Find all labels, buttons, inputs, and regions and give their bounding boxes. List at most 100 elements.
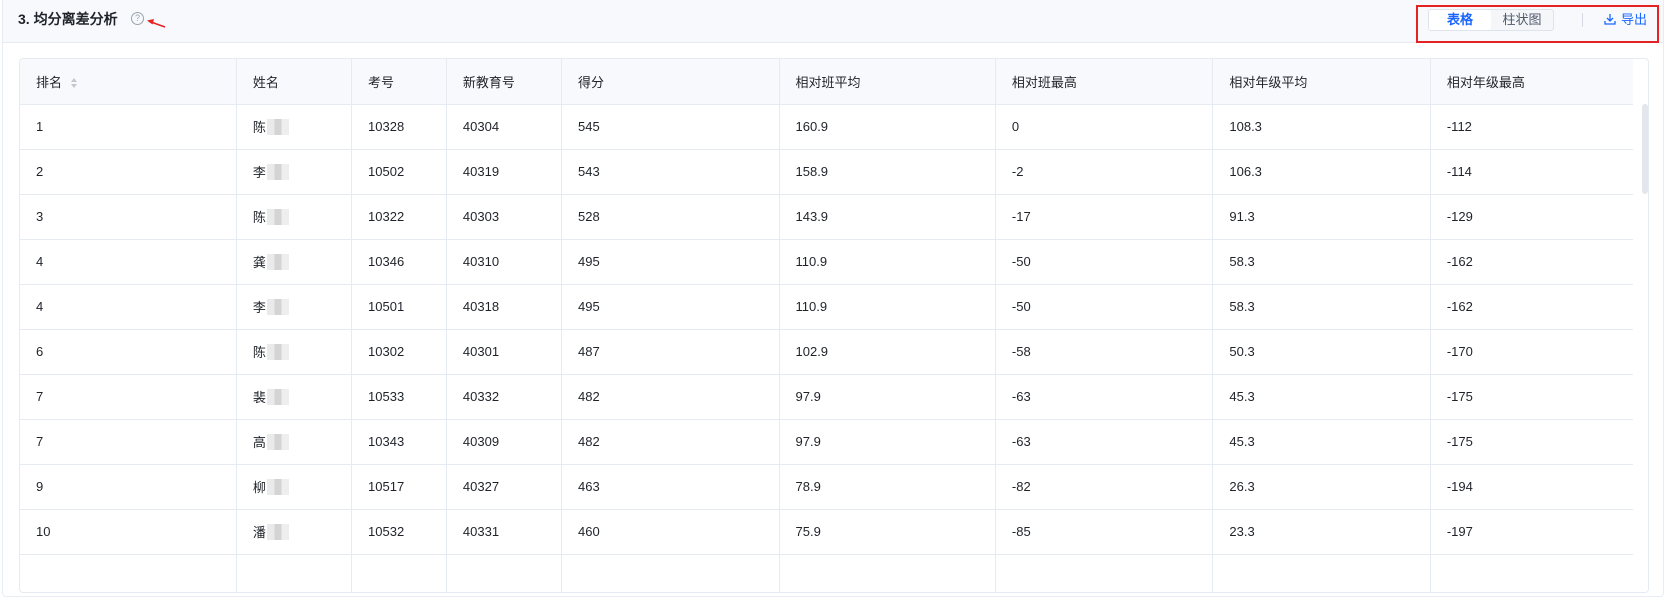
card-header: 3. 均分离差分析 ? 表格 柱状图 导出 <box>3 0 1663 43</box>
cell-rel-grade-max: -194 <box>1430 464 1633 510</box>
cell-score: 463 <box>561 464 780 510</box>
cell-rel-grade-avg: 45.3 <box>1212 374 1431 420</box>
cell-rank: 7 <box>20 419 237 465</box>
cell-rank: 4 <box>20 239 237 285</box>
student-name: 陈 <box>252 345 266 360</box>
cell-rel-grade-max: -197 <box>1430 509 1633 555</box>
cell-score: 543 <box>561 149 780 195</box>
deviation-table: 排名 姓名 考号 新教育号 得分 相对班平均 相对班最高 相对年级平均 相对年级… <box>19 58 1649 593</box>
cell-rel-class-avg: 143.9 <box>779 194 996 240</box>
analysis-card: 3. 均分离差分析 ? 表格 柱状图 导出 排名 姓名 考号 新教育号 得分 相… <box>2 0 1664 597</box>
student-name: 裴 <box>252 390 266 405</box>
empty-cell <box>995 554 1214 592</box>
table-row: 3 陈 10322 40303 528 143.9 -17 91.3 -129 <box>20 194 1633 240</box>
empty-cell <box>351 554 447 592</box>
help-icon[interactable]: ? <box>131 12 144 25</box>
annotation-arrow-icon <box>147 19 166 28</box>
cell-rel-class-avg: 102.9 <box>779 329 996 375</box>
cell-rel-grade-avg: 50.3 <box>1212 329 1431 375</box>
cell-rel-class-avg: 78.9 <box>779 464 996 510</box>
table-row: 4 龚 10346 40310 495 110.9 -50 58.3 -162 <box>20 239 1633 285</box>
cell-exam-no: 10343 <box>351 419 447 465</box>
page: 3. 均分离差分析 ? 表格 柱状图 导出 排名 姓名 考号 新教育号 得分 相… <box>0 0 1665 601</box>
table-row: 7 高 10343 40309 482 97.9 -63 45.3 -175 <box>20 419 1633 465</box>
column-header-rel-grade-max: 相对年级最高 <box>1430 59 1633 105</box>
column-header-rel-class-max: 相对班最高 <box>995 59 1214 105</box>
column-header-name: 姓名 <box>236 59 353 105</box>
column-header-rel-class-avg: 相对班平均 <box>779 59 996 105</box>
sort-icon[interactable] <box>70 77 78 89</box>
cell-rel-class-avg: 110.9 <box>779 284 996 330</box>
table-row: 1 陈 10328 40304 545 160.9 0 108.3 -112 <box>20 104 1633 150</box>
cell-name: 裴 <box>236 374 353 420</box>
redaction-mosaic <box>266 344 289 360</box>
cell-score: 495 <box>561 284 780 330</box>
cell-name: 陈 <box>236 194 353 240</box>
cell-name: 李 <box>236 284 353 330</box>
empty-cell <box>561 554 780 592</box>
table-row: 7 裴 10533 40332 482 97.9 -63 45.3 -175 <box>20 374 1633 420</box>
redaction-mosaic <box>266 299 289 315</box>
cell-exam-no: 10517 <box>351 464 447 510</box>
cell-rel-class-max: 0 <box>995 104 1214 150</box>
cell-exam-no: 10533 <box>351 374 447 420</box>
redaction-mosaic <box>266 119 289 135</box>
table-row: 2 李 10502 40319 543 158.9 -2 106.3 -114 <box>20 149 1633 195</box>
empty-cell <box>1430 554 1633 592</box>
cell-score: 482 <box>561 374 780 420</box>
cell-score: 545 <box>561 104 780 150</box>
cell-rel-grade-max: -162 <box>1430 284 1633 330</box>
scrollbar-thumb[interactable] <box>1642 104 1648 194</box>
section-title: 3. 均分离差分析 <box>18 11 118 27</box>
cell-name: 李 <box>236 149 353 195</box>
cell-rel-class-max: -82 <box>995 464 1214 510</box>
data-table: 排名 姓名 考号 新教育号 得分 相对班平均 相对班最高 相对年级平均 相对年级… <box>20 59 1633 592</box>
cell-score: 482 <box>561 419 780 465</box>
cell-exam-no: 10346 <box>351 239 447 285</box>
column-header-edu-no: 新教育号 <box>446 59 563 105</box>
cell-rank: 9 <box>20 464 237 510</box>
cell-edu-no: 40332 <box>446 374 563 420</box>
cell-exam-no: 10322 <box>351 194 447 240</box>
student-name: 李 <box>252 300 266 315</box>
table-row: 4 李 10501 40318 495 110.9 -50 58.3 -162 <box>20 284 1633 330</box>
cell-rel-grade-max: -170 <box>1430 329 1633 375</box>
cell-exam-no: 10302 <box>351 329 447 375</box>
table-row: 9 柳 10517 40327 463 78.9 -82 26.3 -194 <box>20 464 1633 510</box>
cell-rel-grade-avg: 45.3 <box>1212 419 1431 465</box>
redaction-mosaic <box>266 389 289 405</box>
cell-rel-grade-max: -175 <box>1430 374 1633 420</box>
cell-edu-no: 40319 <box>446 149 563 195</box>
cell-rel-class-avg: 97.9 <box>779 419 996 465</box>
cell-name: 柳 <box>236 464 353 510</box>
cell-rank: 10 <box>20 509 237 555</box>
table-row: 10 潘 10532 40331 460 75.9 -85 23.3 -197 <box>20 509 1633 555</box>
annotation-highlight-box <box>1416 5 1659 43</box>
cell-name: 龚 <box>236 239 353 285</box>
column-header-rank[interactable]: 排名 <box>20 59 237 105</box>
cell-name: 陈 <box>236 104 353 150</box>
cell-rel-grade-avg: 58.3 <box>1212 239 1431 285</box>
cell-score: 487 <box>561 329 780 375</box>
student-name: 潘 <box>252 525 266 540</box>
vertical-scrollbar[interactable] <box>1642 104 1648 592</box>
cell-rel-class-max: -58 <box>995 329 1214 375</box>
cell-exam-no: 10328 <box>351 104 447 150</box>
cell-edu-no: 40310 <box>446 239 563 285</box>
cell-rank: 3 <box>20 194 237 240</box>
cell-rel-class-max: -17 <box>995 194 1214 240</box>
cell-rel-grade-avg: 26.3 <box>1212 464 1431 510</box>
redaction-mosaic <box>266 524 289 540</box>
table-row: 6 陈 10302 40301 487 102.9 -58 50.3 -170 <box>20 329 1633 375</box>
student-name: 陈 <box>252 210 266 225</box>
cell-score: 528 <box>561 194 780 240</box>
cell-rel-class-max: -50 <box>995 284 1214 330</box>
empty-cell <box>779 554 996 592</box>
empty-cell <box>236 554 353 592</box>
cell-rel-grade-max: -129 <box>1430 194 1633 240</box>
redaction-mosaic <box>266 434 289 450</box>
cell-rel-class-max: -50 <box>995 239 1214 285</box>
cell-name: 潘 <box>236 509 353 555</box>
cell-score: 495 <box>561 239 780 285</box>
table-row <box>20 554 1633 592</box>
